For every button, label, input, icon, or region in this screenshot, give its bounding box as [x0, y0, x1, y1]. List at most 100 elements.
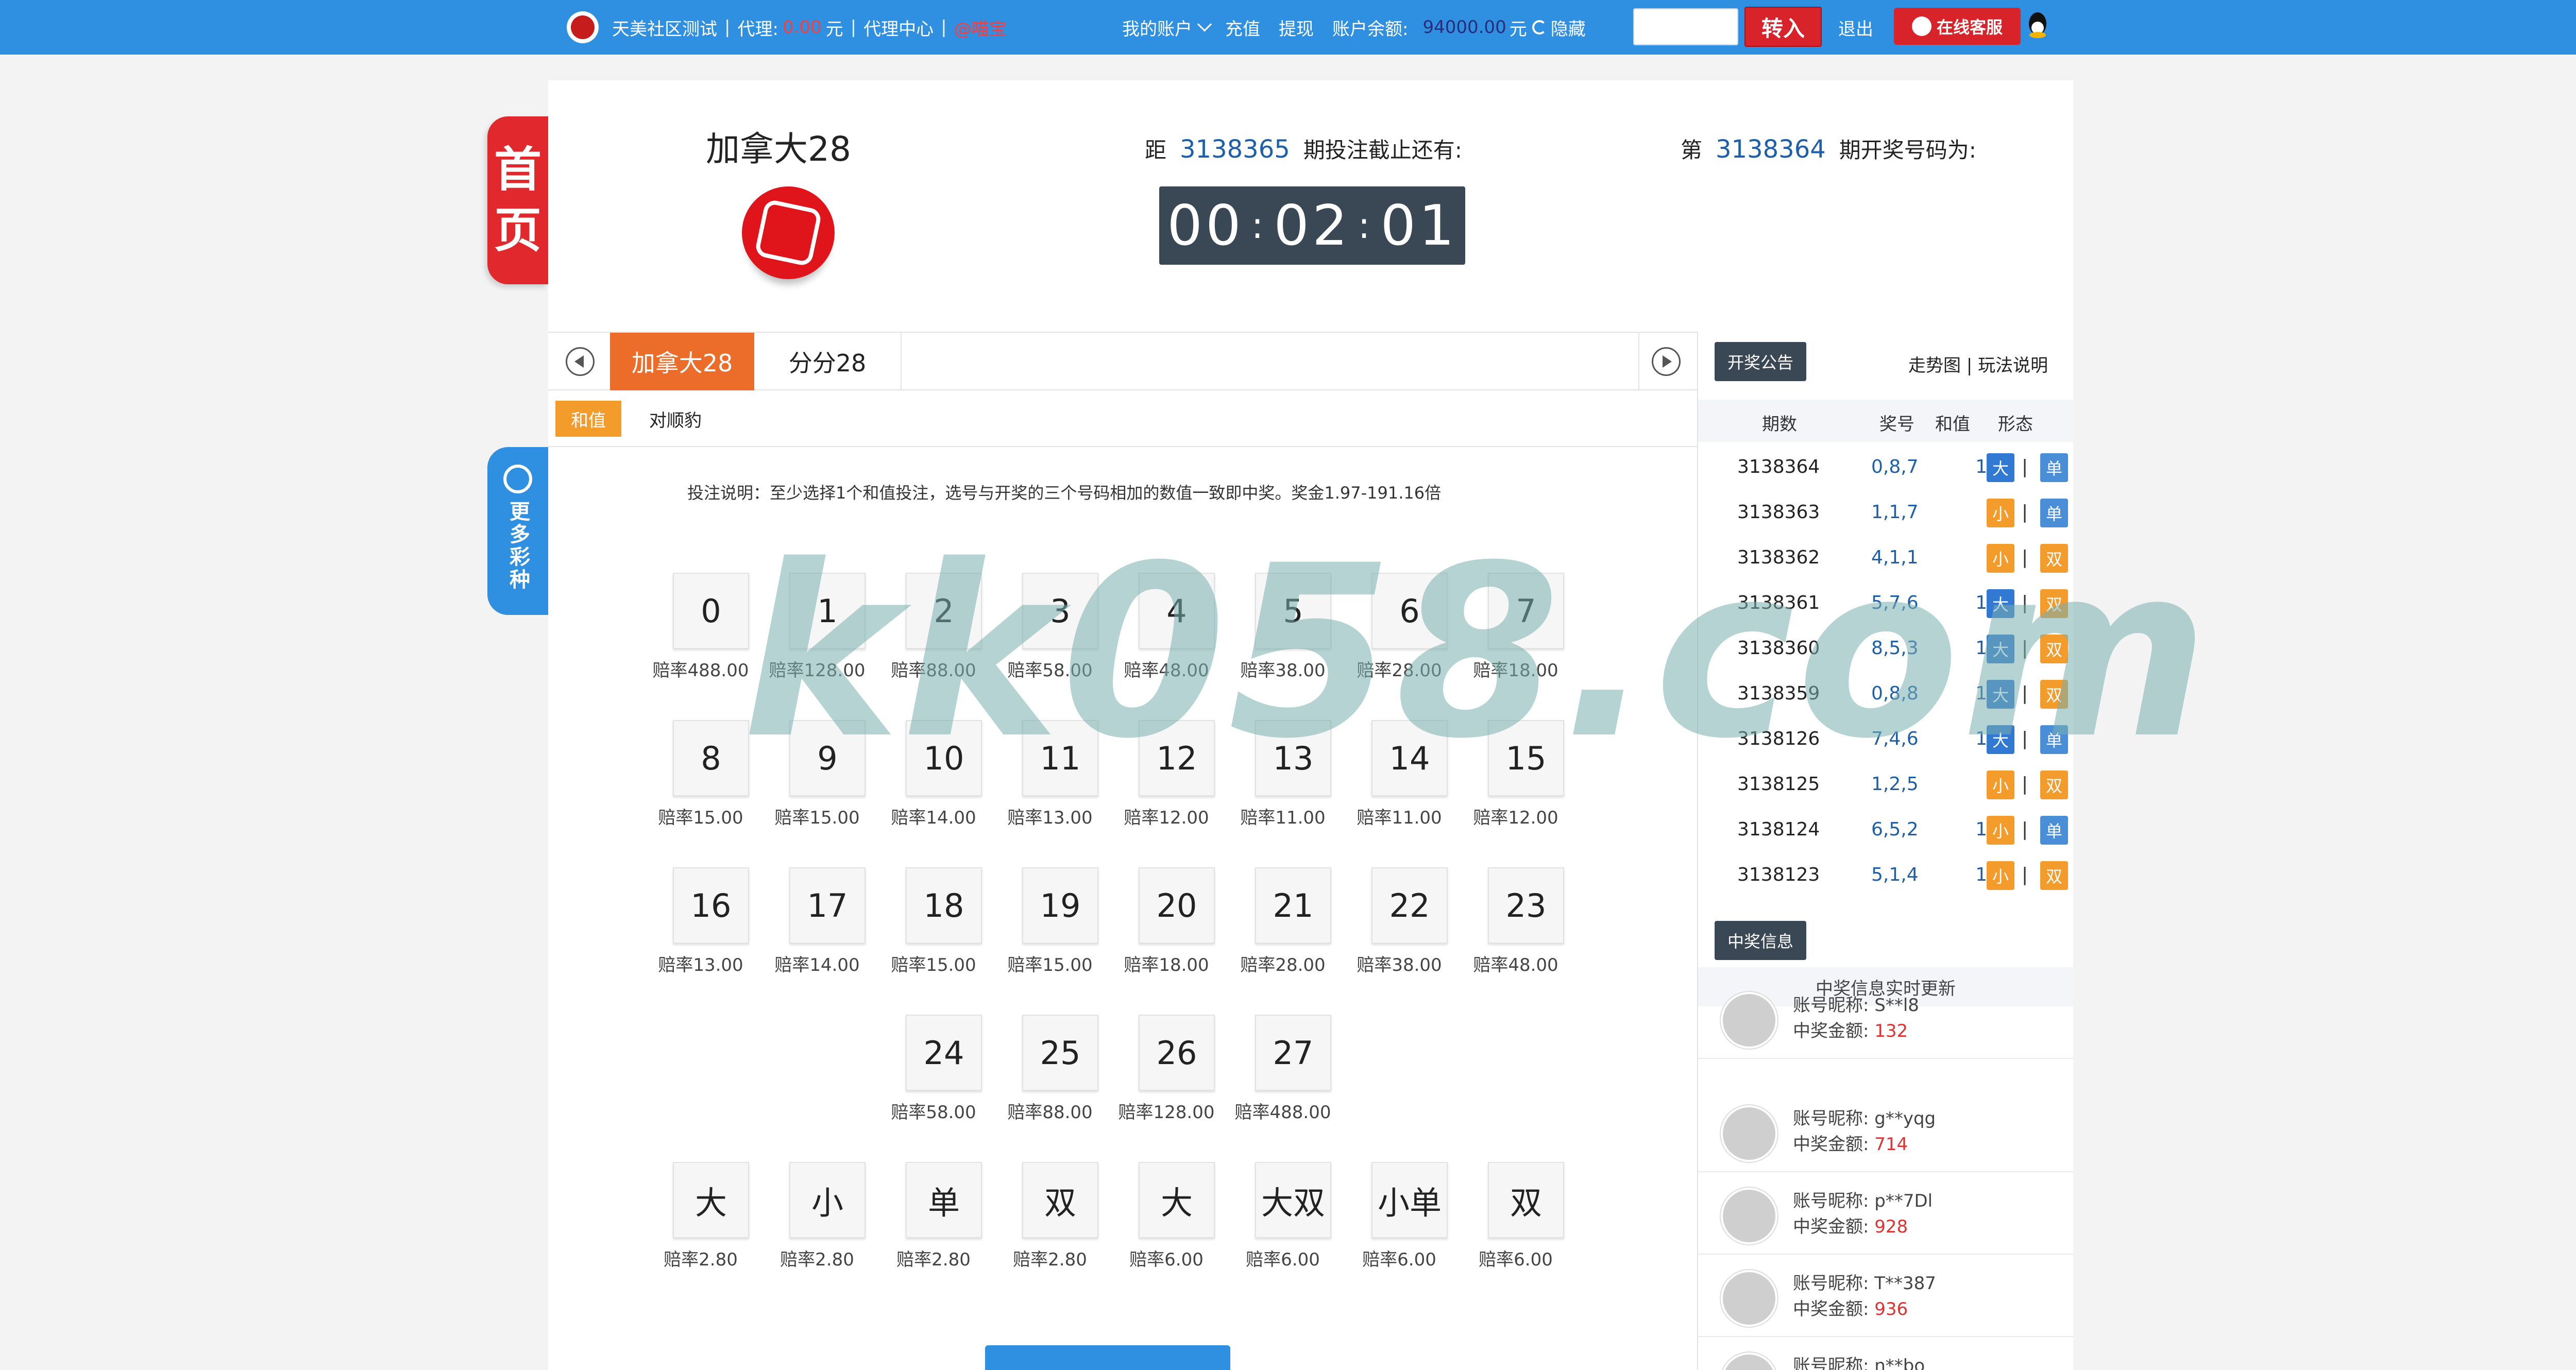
bet-option[interactable]: 大 — [1139, 1162, 1215, 1238]
bet-option[interactable]: 0 — [673, 573, 749, 649]
parity-badge: 双 — [2040, 861, 2068, 890]
headset-icon — [1911, 16, 1931, 36]
bet-cell[interactable]: 0 赔率488.00 — [644, 573, 757, 686]
withdraw-link[interactable]: 提现 — [1279, 15, 1314, 40]
bet-option[interactable]: 26 — [1139, 1015, 1215, 1091]
countdown-label: 距 3138365 期投注截止还有: — [1145, 135, 1462, 164]
bet-option[interactable]: 单 — [906, 1162, 982, 1238]
more-games-side-tab[interactable]: 更多彩种 — [487, 447, 548, 615]
sum-cell: 13 — [1896, 819, 1999, 840]
my-account-link[interactable]: 我的账户 — [1122, 15, 1192, 40]
bet-cell[interactable]: 23 赔率48.00 — [1459, 867, 1572, 981]
draw-notice-button[interactable]: 开奖公告 — [1715, 342, 1806, 381]
bet-cell[interactable]: 18 赔率15.00 — [877, 867, 990, 981]
balance-label: 账户余额: — [1332, 19, 1409, 40]
avatar — [1721, 1105, 1777, 1162]
bet-option[interactable]: 大 — [673, 1162, 749, 1238]
bet-odds: 赔率488.00 — [1234, 1102, 1331, 1123]
tab-pair-straight-triple[interactable]: 对顺豹 — [649, 401, 702, 437]
bet-cell[interactable]: 27 赔率488.00 — [1226, 1015, 1340, 1128]
rules-link[interactable]: 玩法说明 — [1978, 355, 2048, 376]
bet-odds: 赔率13.00 — [658, 955, 743, 975]
sum-cell: 15 — [1896, 456, 1999, 477]
game-tabs: 加拿大28 分分28 — [548, 332, 1697, 390]
bet-option[interactable]: 16 — [673, 867, 749, 944]
bet-option[interactable]: 19 — [1022, 867, 1098, 944]
agent-label: 代理: — [737, 19, 778, 40]
bet-cell[interactable]: 19 赔率15.00 — [993, 867, 1107, 981]
bet-option[interactable]: 27 — [1255, 1015, 1331, 1091]
bet-option[interactable]: 23 — [1488, 867, 1564, 944]
transfer-button[interactable]: 转入 — [1744, 7, 1822, 47]
bet-option[interactable]: 17 — [789, 867, 866, 944]
size-badge: 大 — [1987, 453, 2014, 482]
bet-description: 投注说明：至少选择1个和值投注，选号与开奖的三个号码相加的数值一致即中奖。奖金1… — [687, 483, 1442, 503]
bet-cell[interactable]: 26 赔率128.00 — [1110, 1015, 1223, 1128]
agent-amount: 0.00 — [782, 17, 822, 38]
bet-cell[interactable]: 21 赔率28.00 — [1226, 867, 1340, 981]
qq-icon[interactable] — [2025, 9, 2050, 41]
table-row: 31381246,5,213小|单 — [1698, 807, 2073, 852]
tab-sum-value[interactable]: 和值 — [555, 401, 621, 437]
site-name: 天美社区测试 — [612, 19, 717, 40]
bet-cell[interactable]: 22 赔率38.00 — [1343, 867, 1456, 981]
bet-option[interactable]: 18 — [906, 867, 982, 944]
avatar — [1721, 1188, 1777, 1244]
bet-cell[interactable]: 24 赔率58.00 — [877, 1015, 990, 1128]
bet-cell[interactable]: 16 赔率13.00 — [644, 867, 757, 981]
trend-chart-link[interactable]: 走势图 — [1908, 355, 1961, 376]
bet-option[interactable]: 25 — [1022, 1015, 1098, 1091]
bet-odds: 赔率2.80 — [780, 1249, 854, 1270]
hide-balance-link[interactable]: 隐藏 — [1551, 15, 1586, 40]
prev-arrow-icon[interactable] — [566, 347, 595, 376]
bet-odds: 赔率128.00 — [1118, 1102, 1215, 1123]
bet-option[interactable]: 小单 — [1371, 1162, 1448, 1238]
bet-odds: 赔率2.80 — [664, 1249, 738, 1270]
online-service-button[interactable]: 在线客服 — [1894, 8, 2021, 45]
winner-name: 账号昵称: g**yqg — [1793, 1108, 1936, 1129]
bet-option[interactable]: 双 — [1488, 1162, 1564, 1238]
transfer-amount-input[interactable] — [1633, 8, 1738, 45]
bet-type-tabs: 和值 对顺豹 — [548, 390, 1697, 447]
bet-cell[interactable]: 双赔率6.00 — [1459, 1162, 1572, 1275]
game-title: 加拿大28 — [706, 129, 851, 169]
logout-link[interactable]: 退出 — [1838, 0, 1873, 55]
bet-option[interactable]: 22 — [1371, 867, 1448, 944]
right-links: 走势图 | 玩法说明 — [1908, 355, 2048, 376]
bet-option[interactable]: 8 — [673, 720, 749, 796]
bet-option[interactable]: 21 — [1255, 867, 1331, 944]
next-arrow-icon[interactable] — [1652, 347, 1681, 376]
bet-cell[interactable]: 大赔率2.80 — [644, 1162, 757, 1275]
game-logo-icon — [742, 186, 835, 279]
bet-cell[interactable]: 17 赔率14.00 — [760, 867, 874, 981]
agent-center-link[interactable]: 代理中心 — [863, 15, 934, 40]
bet-odds: 赔率12.00 — [1473, 808, 1558, 828]
bet-odds: 赔率2.80 — [1013, 1249, 1087, 1270]
bet-option[interactable]: 小 — [789, 1162, 866, 1238]
win-info-button[interactable]: 中奖信息 — [1715, 921, 1806, 960]
tab-fenfen28[interactable]: 分分28 — [754, 333, 902, 390]
recharge-link[interactable]: 充值 — [1225, 15, 1260, 40]
size-badge: 小 — [1987, 861, 2014, 890]
user-link[interactable]: @喵宝 — [954, 15, 1007, 40]
tab-canada28[interactable]: 加拿大28 — [610, 333, 754, 390]
parity-badge: 单 — [2040, 453, 2068, 482]
bet-cell[interactable]: 8 赔率15.00 — [644, 720, 757, 833]
bet-cell[interactable]: 大赔率6.00 — [1110, 1162, 1223, 1275]
bet-cell[interactable]: 25 赔率88.00 — [993, 1015, 1107, 1128]
bet-cell[interactable]: 小单 赔率6.00 — [1343, 1162, 1456, 1275]
bet-option[interactable]: 双 — [1022, 1162, 1098, 1238]
bet-option[interactable]: 24 — [906, 1015, 982, 1091]
bet-cell[interactable]: 小赔率2.80 — [760, 1162, 874, 1275]
bet-cell[interactable]: 20 赔率18.00 — [1110, 867, 1223, 981]
bet-odds: 赔率6.00 — [1246, 1249, 1320, 1270]
refresh-icon[interactable] — [1532, 20, 1547, 35]
bet-option[interactable]: 大双 — [1255, 1162, 1331, 1238]
home-side-tab[interactable]: 首 页 — [487, 116, 548, 284]
bet-cell[interactable]: 单赔率2.80 — [877, 1162, 990, 1275]
bet-option[interactable]: 20 — [1139, 867, 1215, 944]
bet-cell[interactable]: 双赔率2.80 — [993, 1162, 1107, 1275]
bet-cell[interactable]: 大双赔率6.00 — [1226, 1162, 1340, 1275]
online-service-label: 在线客服 — [1936, 18, 2003, 37]
confirm-bet-button[interactable] — [985, 1345, 1230, 1370]
